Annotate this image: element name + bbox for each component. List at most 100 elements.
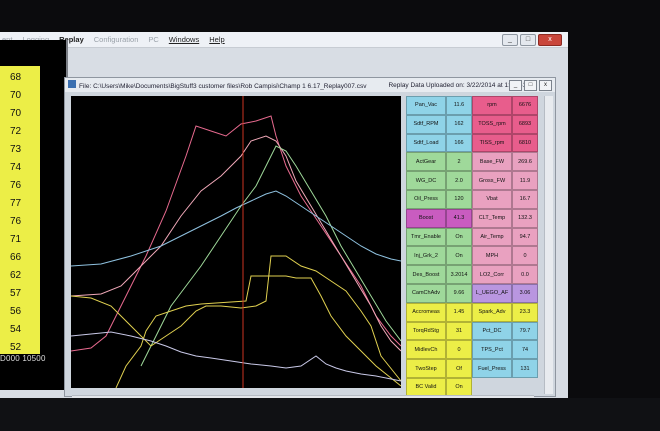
left-value: 54: [10, 324, 22, 335]
channel-name[interactable]: CLT_Temp: [472, 208, 512, 228]
channel-name[interactable]: CamChAdv: [406, 284, 446, 303]
left-value: 70: [10, 108, 22, 119]
vertical-scrollbar[interactable]: [544, 96, 553, 394]
channel-value: Of: [446, 359, 472, 378]
maximize-button[interactable]: □: [520, 34, 536, 46]
channel-name[interactable]: Accromeas: [406, 302, 446, 322]
channel-name[interactable]: Sdtf_RPM: [406, 114, 446, 134]
channel-value: On: [446, 378, 472, 397]
channel-value: 23.3: [512, 302, 538, 322]
channel-name[interactable]: TwoStep: [406, 359, 446, 378]
channel-name[interactable]: Tmr_Enable: [406, 227, 446, 247]
channel-value: 3.2014: [446, 265, 472, 284]
channel-value: On: [446, 246, 472, 266]
channel-value: 2.0: [446, 171, 472, 190]
left-gauge-pane: 68 70 70 72 73 74 76 77 76 71 66 62 57 56 54 52 D000 10…: [0, 40, 68, 390]
left-value: 52: [10, 342, 22, 353]
menu-bar: ent Logging Replay Configuration PC Wind…: [0, 32, 568, 48]
left-value: 74: [10, 162, 22, 173]
channel-name[interactable]: Oil_Press: [406, 190, 446, 209]
left-value: 73: [10, 144, 22, 155]
channel-name[interactable]: TOSS_rpm: [472, 114, 512, 134]
channel-name[interactable]: ActGear: [406, 152, 446, 172]
channel-name[interactable]: Fuel_Press: [472, 359, 512, 378]
replay-title-bar: File: C:\Users\Mike\Documents\BigStuff3 …: [65, 78, 555, 92]
channel-value: 31: [446, 321, 472, 341]
channel-value: 2: [446, 152, 472, 172]
channel-name[interactable]: WG_DC: [406, 171, 446, 190]
channel-name[interactable]: BC Valid: [406, 378, 446, 397]
channel-name[interactable]: MPH: [472, 246, 512, 266]
left-value: 66: [10, 252, 22, 263]
channel-name[interactable]: rpm: [472, 96, 512, 115]
left-value: 76: [10, 216, 22, 227]
channel-value: 94.7: [512, 227, 538, 247]
channel-value: 6810: [512, 133, 538, 153]
channel-value: 0: [446, 340, 472, 360]
channel-name[interactable]: Boost: [406, 208, 446, 228]
channel-value: 11.9: [512, 171, 538, 190]
channel-value: 0.0: [512, 265, 538, 284]
left-value: 71: [10, 234, 22, 245]
channel-value: 79.7: [512, 321, 538, 341]
channel-name[interactable]: Des_Boost: [406, 265, 446, 284]
channel-value: 6676: [512, 96, 538, 115]
left-value: 62: [10, 270, 22, 281]
close-button[interactable]: x: [538, 34, 562, 46]
trace-uego: [71, 331, 401, 382]
window-controls: _ □ x: [502, 34, 562, 46]
monitor-bottom-bezel: [0, 398, 660, 431]
replay-close-button[interactable]: x: [539, 80, 552, 91]
channel-value: 6893: [512, 114, 538, 134]
replay-window: File: C:\Users\Mike\Documents\BigStuff3 …: [64, 77, 556, 397]
minimize-button[interactable]: _: [502, 34, 518, 46]
channel-value: 9.66: [446, 284, 472, 303]
left-value: 68: [10, 72, 22, 83]
channel-name[interactable]: TISS_rpm: [472, 133, 512, 153]
channel-name[interactable]: L_UEGO_AF: [472, 284, 512, 303]
channel-value: 1.45: [446, 302, 472, 322]
file-icon: [68, 80, 76, 88]
replay-maximize-button[interactable]: □: [524, 80, 537, 91]
left-value: 70: [10, 90, 22, 101]
channel-name[interactable]: Base_FW: [472, 152, 512, 172]
replay-window-controls: _ □ x: [509, 80, 552, 91]
channel-name[interactable]: Vbat: [472, 190, 512, 209]
channel-name[interactable]: Pan_Vac: [406, 96, 446, 115]
channel-value: 3.06: [512, 284, 538, 303]
channel-value: 269.6: [512, 152, 538, 172]
menu-item-pc[interactable]: PC: [148, 35, 158, 44]
channel-value: 132.3: [512, 208, 538, 228]
replay-file-path: File: C:\Users\Mike\Documents\BigStuff3 …: [79, 83, 367, 90]
menu-item-help[interactable]: Help: [209, 35, 224, 44]
menu-item-configuration[interactable]: Configuration: [94, 35, 139, 44]
channel-name[interactable]: LO2_Corr: [472, 265, 512, 284]
trace-gear-step: [115, 275, 401, 388]
trace-afr: [71, 190, 401, 267]
trace-boost: [71, 135, 401, 352]
channel-value: On: [446, 227, 472, 247]
channel-name[interactable]: Pct_DC: [472, 321, 512, 341]
left-value: 72: [10, 126, 22, 137]
channel-grid: Pan_Vac 11.6 rpm 6676 Sdtf_RPM 162 TOSS_rpm 689…: [406, 96, 538, 398]
channel-value: 74: [512, 340, 538, 360]
channel-value: 16.7: [512, 190, 538, 209]
left-value: 77: [10, 198, 22, 209]
left-axis-label: D000 10500: [0, 354, 46, 363]
channel-name[interactable]: Inj_Grk_2: [406, 246, 446, 266]
replay-trace-plot[interactable]: [71, 96, 401, 388]
channel-name[interactable]: TPS_Pct: [472, 340, 512, 360]
channel-name[interactable]: MidlevCh: [406, 340, 446, 360]
channel-name[interactable]: Air_Temp: [472, 227, 512, 247]
left-value: 57: [10, 288, 22, 299]
replay-minimize-button[interactable]: _: [509, 80, 522, 91]
left-value: 56: [10, 306, 22, 317]
channel-value: 166: [446, 133, 472, 153]
channel-name[interactable]: TorqRdStg: [406, 321, 446, 341]
channel-name[interactable]: Spark_Adv: [472, 302, 512, 322]
channel-value: 120: [446, 190, 472, 209]
menu-item-windows[interactable]: Windows: [169, 35, 199, 44]
left-value: 76: [10, 180, 22, 191]
channel-name[interactable]: Sdtf_Load: [406, 133, 446, 153]
channel-name[interactable]: Gross_FW: [472, 171, 512, 190]
